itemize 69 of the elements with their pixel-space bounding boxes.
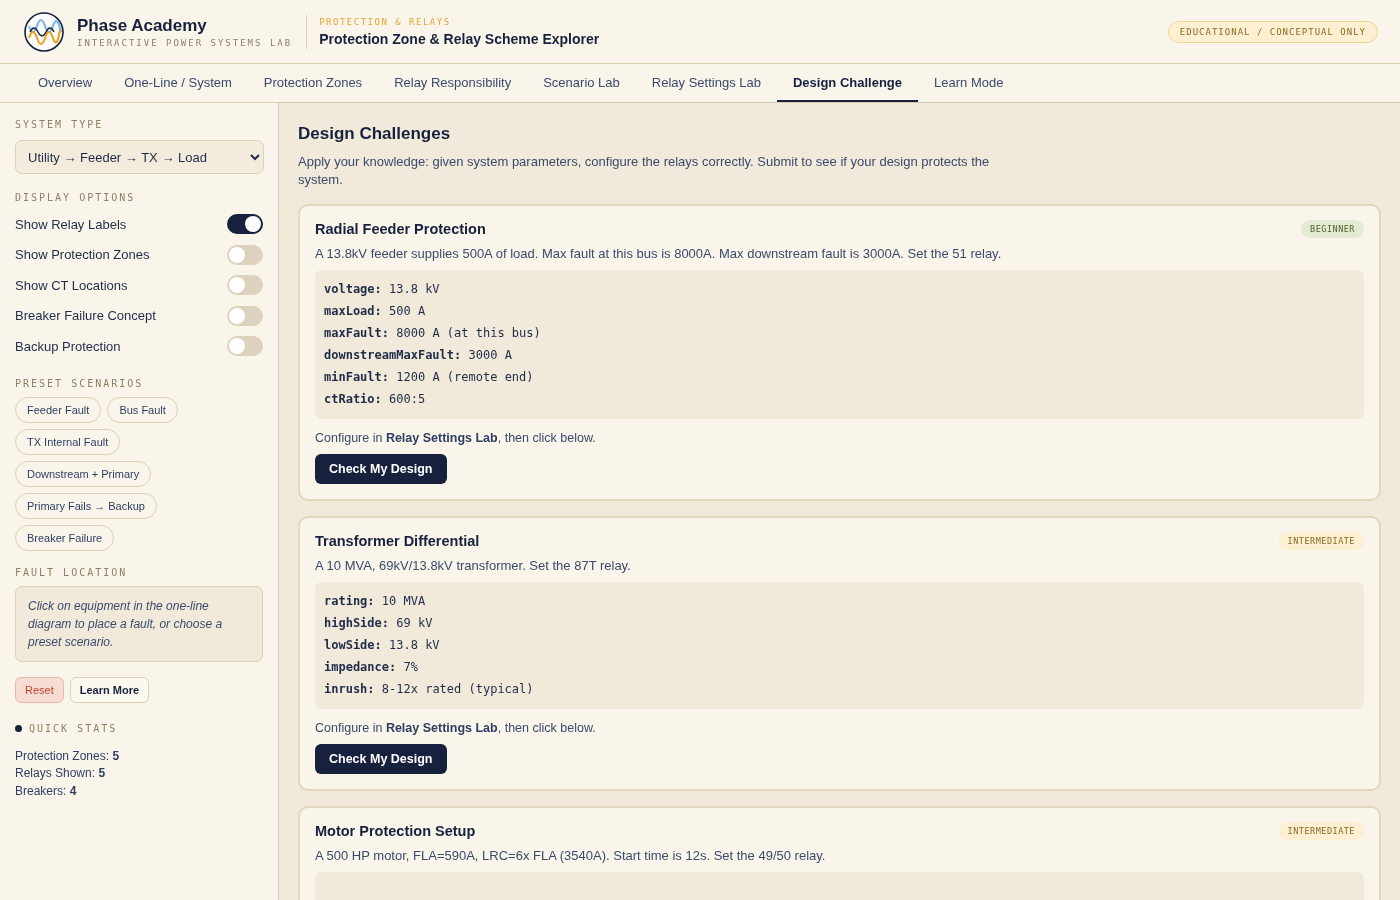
fault-location-hint: Click on equipment in the one-line diagram to place a fault, or choose a preset scenario. [15,585,263,662]
difficulty-badge: INTERMEDIATE [1278,532,1364,550]
section-heading: QUICK STATS [29,722,118,734]
nav-tab[interactable]: Relay Settings Lab [635,64,777,102]
stat-line: Breakers: 4 [15,782,78,800]
intro-text: Apply your knowledge: given system parameters, configure the relays correctly. Submit to see if your design protects the system. [298,153,991,189]
toggle-switch[interactable] [227,275,263,296]
stat-line: Relays Shown: 5 [15,765,107,782]
bullet-icon [15,724,22,732]
parameter-line: maxLoad: 500 A [324,303,427,320]
option-label: Show Relay Labels [15,216,127,232]
section-heading: PRESET SCENARIOS [15,377,145,389]
nav-tab[interactable]: Relay Responsibility [378,64,528,102]
configure-note: Configure in Relay Settings Lab, then click below. [315,431,597,445]
parameter-line: voltage: 13.8 kV [324,281,441,298]
option-label: Show CT Locations [15,277,128,293]
preset-chip[interactable]: Breaker Failure [15,524,115,551]
toggle-switch[interactable] [227,336,263,357]
challenge-description: A 13.8kV feeder supplies 500A of load. Max fault at this bus is 8000A. Max downstream fault is 3000A. Set the 51 relay. [315,246,1003,261]
section-title: Design Challenges [298,124,452,144]
learn-more-button[interactable]: Learn More [69,676,150,703]
parameter-line: rating: 10 MVA [324,593,427,610]
disclaimer-badge: EDUCATIONAL / CONCEPTUAL ONLY [1167,20,1378,43]
nav-tab[interactable]: Overview [22,64,109,102]
stat-line: Protection Zones: 5 [15,747,121,765]
nav-tab[interactable]: Protection Zones [247,64,379,102]
preset-chip[interactable]: Feeder Fault [15,396,102,423]
nav-tab[interactable]: Scenario Lab [527,64,636,102]
parameter-line: highSide: 69 kV [324,615,434,632]
parameter-line: lowSide: 13.8 kV [324,637,441,654]
difficulty-badge: BEGINNER [1301,220,1364,238]
toggle-switch[interactable] [227,305,263,326]
option-label: Show Protection Zones [15,247,150,263]
parameter-line: ctRatio: 600:5 [324,391,427,408]
challenge-description: A 500 HP motor, FLA=590A, LRC=6x FLA (3540A). Start time is 12s. Set the 49/50 relay. [315,848,827,863]
section-label: PROTECTION & RELAYS [319,16,452,27]
challenge-title: Motor Protection Setup [315,823,476,839]
option-label: Backup Protection [15,338,121,354]
parameter-line: minFault: 1200 A (remote end) [324,369,535,386]
section-heading: DISPLAY OPTIONS [15,192,137,203]
page-title: Protection Zone & Relay Scheme Explorer [319,30,600,47]
challenge-description: A 10 MVA, 69kV/13.8kV transformer. Set the 87T relay. [315,558,632,573]
toggle-switch[interactable] [227,244,263,265]
logo-icon [24,11,64,52]
parameter-line: impedance: 7% [324,659,419,676]
option-label: Breaker Failure Concept [15,308,156,324]
check-design-button[interactable]: Check My Design [315,744,447,774]
preset-chip[interactable]: Primary Fails → Backup [15,492,157,519]
toggle-switch[interactable] [227,214,263,235]
preset-chip[interactable]: Downstream + Primary [15,460,152,487]
preset-chip[interactable]: Bus Fault [107,396,178,423]
nav-tab[interactable]: Learn Mode [918,64,1020,102]
difficulty-badge: INTERMEDIATE [1278,822,1364,840]
section-heading: FAULT LOCATION [15,566,129,578]
brand-tagline: INTERACTIVE POWER SYSTEMS LAB [77,37,293,48]
brand-name: Phase Academy [77,15,208,36]
nav-tab[interactable]: Design Challenge [776,64,918,102]
check-design-button[interactable]: Check My Design [315,454,447,484]
challenge-title: Transformer Differential [315,533,480,549]
configure-note: Configure in Relay Settings Lab, then click below. [315,721,597,735]
nav-tab[interactable]: One-Line / System [108,64,248,102]
parameter-line: downstreamMaxFault: 3000 A [324,347,513,364]
system-type-dropdown[interactable]: Utility → Feeder → TX → Load [15,140,264,174]
challenge-title: Radial Feeder Protection [315,221,486,237]
section-heading: SYSTEM TYPE [15,119,105,130]
parameter-line: maxFault: 8000 A (at this bus) [324,325,542,342]
parameter-line: inrush: 8-12x rated (typical) [324,681,535,698]
preset-chip[interactable]: TX Internal Fault [15,428,121,455]
reset-button[interactable]: Reset [15,676,64,703]
